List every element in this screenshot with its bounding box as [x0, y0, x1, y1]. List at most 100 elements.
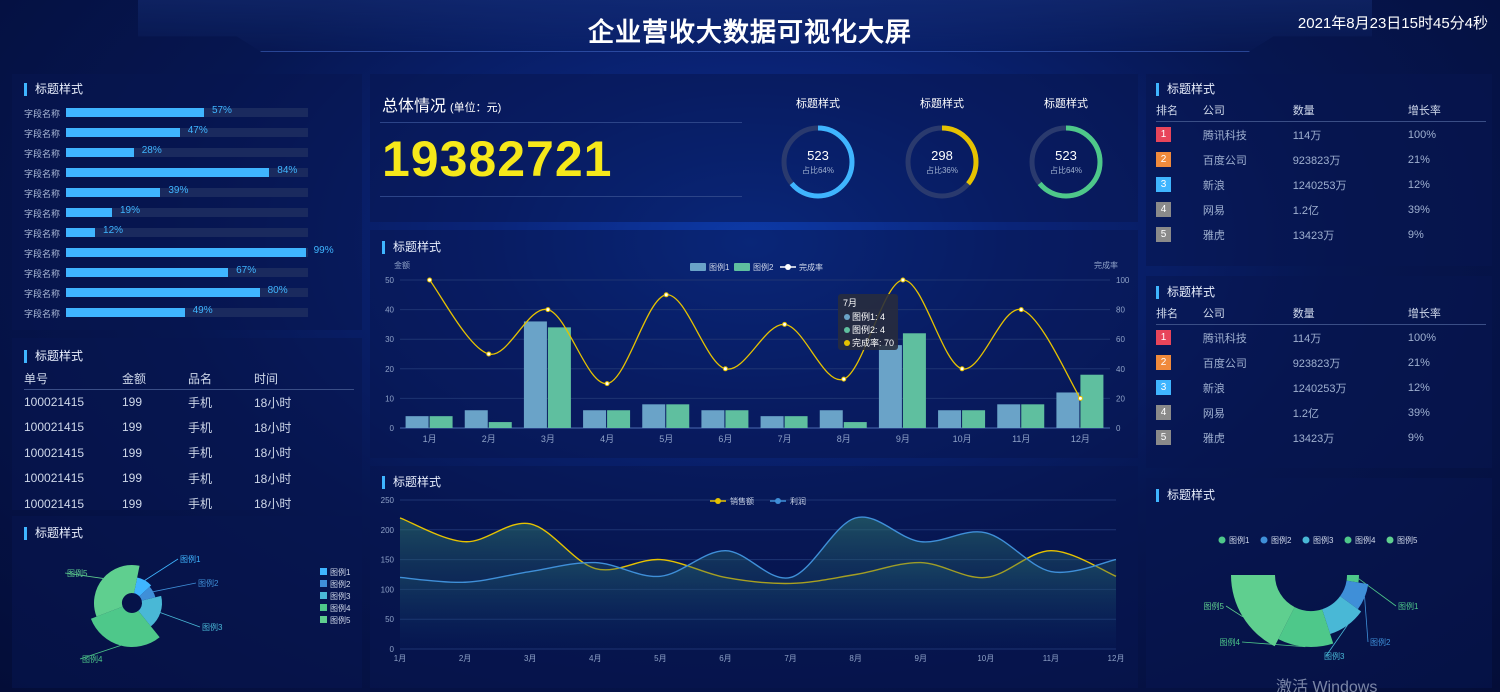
rank-cell: 3 — [1156, 177, 1203, 192]
table-cell: 199 — [122, 420, 143, 435]
rank-cell: 腾讯科技 — [1202, 129, 1247, 142]
rank-cell: 9% — [1407, 228, 1424, 241]
bar-row: 字段名称 84% — [24, 164, 354, 184]
legend-swatch[interactable] — [1302, 536, 1310, 544]
bar[interactable] — [666, 404, 690, 428]
bar-row: 字段名称 57% — [24, 104, 354, 124]
rank-cell: 1240253万 — [1292, 179, 1347, 192]
line-point[interactable] — [545, 307, 551, 313]
legend-swatch[interactable] — [1218, 536, 1226, 544]
legend-swatch[interactable] — [320, 616, 327, 623]
table-row[interactable]: 100021415 199 手机 18小时 — [24, 466, 354, 492]
rank-row[interactable]: 2 百度公司 923823万 21% — [1156, 147, 1486, 172]
bar[interactable] — [962, 410, 986, 428]
bar[interactable] — [488, 422, 512, 428]
ring-title: 标题样式 — [1044, 98, 1088, 110]
bar[interactable] — [701, 410, 725, 428]
bar[interactable] — [997, 404, 1021, 428]
line-point[interactable] — [663, 292, 669, 298]
bar[interactable] — [1056, 392, 1080, 428]
bar-row: 字段名称 49% — [24, 304, 354, 324]
legend-swatch[interactable] — [320, 568, 327, 575]
rank-row[interactable]: 5 雅虎 13423万 9% — [1156, 425, 1486, 450]
orders-scroll[interactable]: 单号 金额 品名 时间 100021415 199 手机 18小时 100021415 199 手… — [12, 365, 362, 509]
bar[interactable] — [1021, 404, 1045, 428]
table-row[interactable]: 100021415 199 手机 18小时 — [24, 440, 354, 466]
y-tick-label: 250 — [381, 496, 395, 505]
line-point[interactable] — [782, 321, 788, 327]
bar[interactable] — [429, 416, 453, 428]
bar[interactable] — [760, 416, 784, 428]
table-cell: 199 — [122, 496, 143, 509]
rank-row[interactable]: 1 腾讯科技 114万 100% — [1156, 122, 1486, 147]
line-point[interactable] — [900, 277, 906, 283]
line-point[interactable] — [1018, 307, 1024, 313]
line-point[interactable] — [486, 351, 492, 357]
bar[interactable] — [607, 410, 631, 428]
table-row[interactable]: 100021415 199 手机 18小时 — [24, 415, 354, 441]
legend-swatch[interactable] — [1260, 536, 1268, 544]
bar[interactable] — [1080, 374, 1104, 428]
bar[interactable] — [547, 327, 571, 428]
rank-column-header: 增长率 — [1407, 104, 1441, 117]
rank-row[interactable]: 1 腾讯科技 114万 100% — [1156, 325, 1486, 350]
legend-label: 图例3 — [330, 591, 351, 601]
legend-swatch — [785, 264, 791, 270]
line-point[interactable] — [959, 366, 965, 372]
line-point[interactable] — [427, 277, 433, 283]
rank-row[interactable]: 3 新浪 1240253万 12% — [1156, 375, 1486, 400]
bar[interactable] — [784, 416, 808, 428]
pie-leader-line — [1364, 597, 1369, 643]
bar[interactable] — [523, 321, 547, 428]
rank-row[interactable]: 3 新浪 1240253万 12% — [1156, 172, 1486, 197]
bar[interactable] — [902, 333, 926, 428]
rank-row[interactable]: 4 网易 1.2亿 39% — [1156, 400, 1486, 425]
bar[interactable] — [583, 410, 607, 428]
rank-cell: 百度公司 — [1202, 154, 1247, 167]
legend-swatch[interactable] — [1386, 536, 1394, 544]
table-cell: 100021415 — [24, 496, 85, 509]
line-point[interactable] — [722, 366, 728, 372]
legend-swatch[interactable] — [320, 580, 327, 587]
rank-column-header: 公司 — [1202, 307, 1225, 320]
bar[interactable] — [843, 422, 867, 428]
table-row[interactable]: 100021415 199 手机 18小时 — [24, 491, 354, 509]
table-cell: 手机 — [188, 395, 213, 410]
legend-swatch[interactable] — [1344, 536, 1352, 544]
rank-cell: 21% — [1407, 153, 1430, 166]
bar[interactable] — [464, 410, 488, 428]
rank-row[interactable]: 2 百度公司 923823万 21% — [1156, 350, 1486, 375]
right-pie-chart: 图例1 图例2 图例3 图例4 图例5 图例1 图例2 图例3 图例4 图例5 — [1204, 535, 1419, 661]
rank-cell: 4 — [1156, 202, 1203, 217]
bar[interactable] — [938, 410, 962, 428]
legend-swatch[interactable] — [690, 263, 706, 271]
table-row[interactable]: 100021415 199 手机 18小时 — [24, 389, 354, 415]
bar-fill — [66, 128, 180, 137]
table-cell: 18小时 — [254, 471, 292, 486]
rank-cell: 5 — [1156, 430, 1203, 445]
bar[interactable] — [819, 410, 843, 428]
bar-label: 字段名称 — [24, 269, 61, 279]
bar-row: 字段名称 19% — [24, 204, 354, 224]
line-point[interactable] — [1077, 395, 1083, 401]
rank-cell: 新浪 — [1202, 382, 1225, 395]
legend-swatch[interactable] — [320, 592, 327, 599]
bar-track — [66, 148, 308, 157]
bar[interactable] — [642, 404, 666, 428]
rank-row[interactable]: 5 雅虎 13423万 9% — [1156, 222, 1486, 247]
rank-row[interactable]: 4 网易 1.2亿 39% — [1156, 197, 1486, 222]
line-point[interactable] — [841, 376, 847, 382]
bar[interactable] — [878, 345, 902, 428]
bar[interactable] — [405, 416, 429, 428]
area-chart[interactable]: 0 50 100 150 200 250 1月 2月 3月 4月 5月 6月 7月 8月 9月 10月 11月 1… — [370, 490, 1138, 668]
bar[interactable] — [725, 410, 749, 428]
line-point[interactable] — [604, 381, 610, 387]
legend-swatch[interactable] — [320, 604, 327, 611]
bar-line-chart[interactable]: 0 10 20 30 40 50 0 20 40 60 80 100 金额 完成率 1月 2月 3月 4月 5月 6月… — [370, 254, 1138, 454]
y-axis-label-right: 完成率 — [1094, 260, 1118, 270]
legend-swatch[interactable] — [734, 263, 750, 271]
y-tick-label-right: 40 — [1116, 365, 1125, 374]
rank-badge: 4 — [1156, 405, 1171, 420]
bar-percent: 47% — [187, 125, 208, 136]
x-tick-label: 10月 — [977, 654, 994, 663]
